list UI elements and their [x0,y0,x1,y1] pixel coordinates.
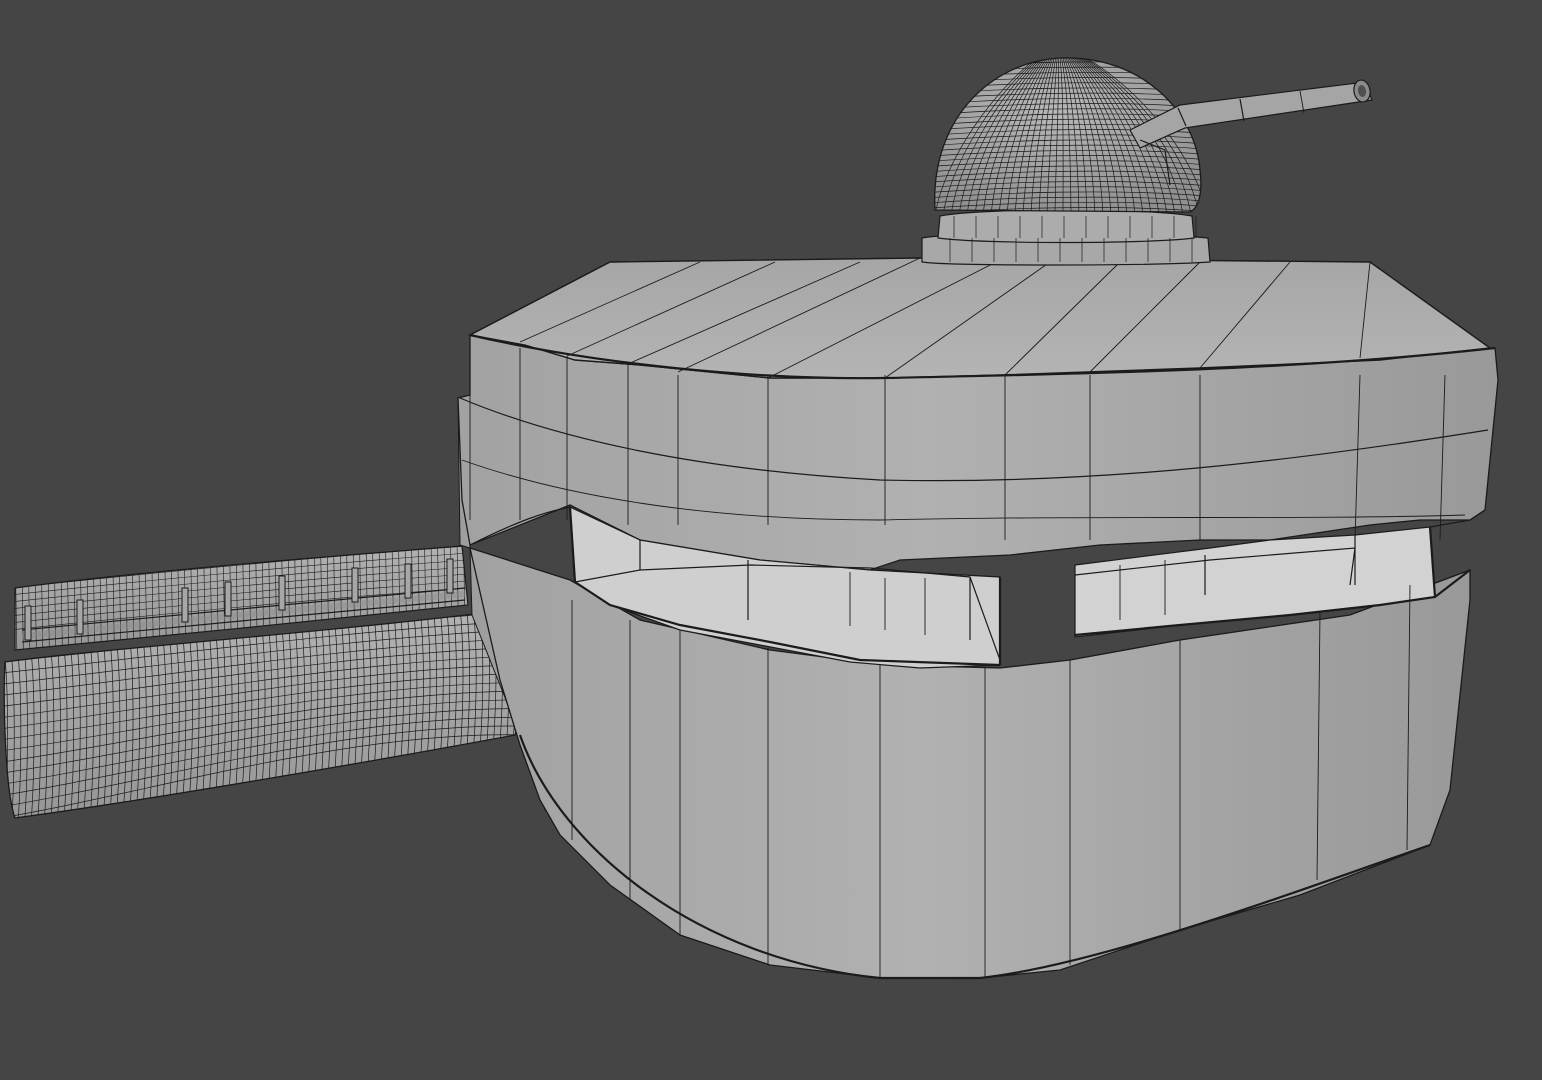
3d-viewport[interactable] [0,0,1542,1080]
dome-wire-ring [934,57,1201,59]
bunker-body[interactable] [457,257,1499,980]
fence-post [446,558,454,594]
scene-render[interactable] [0,0,1542,1080]
fence-post [181,587,189,623]
fence-post [24,605,32,641]
fence-post [224,581,232,617]
fence-post [351,567,359,603]
fence-post [76,599,84,635]
gun-turret-base[interactable] [921,209,1211,266]
fence-post [278,575,286,611]
fence-post [404,563,412,599]
